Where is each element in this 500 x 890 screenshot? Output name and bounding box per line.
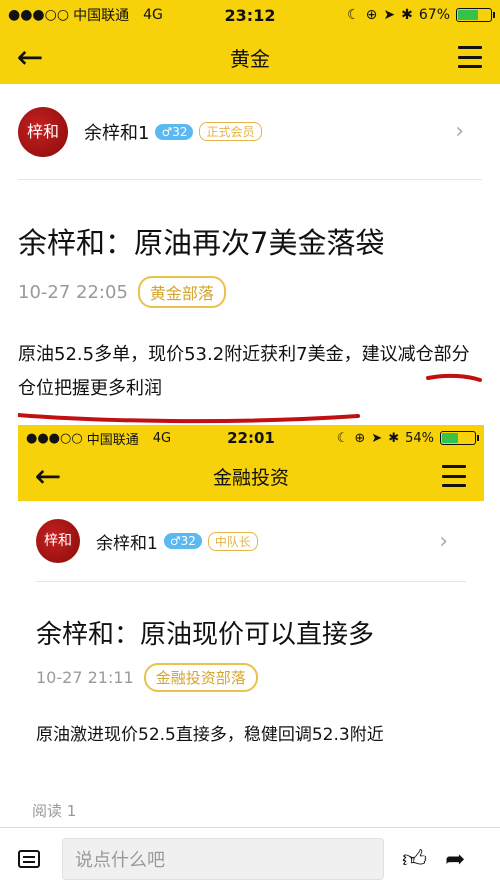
embedded-status-bar: ●●●○○ 中国联通 4G 22:01 ☾ ⊕ ➤ ✱ 54% bbox=[18, 425, 484, 451]
embedded-member-badge: 中队长 bbox=[207, 531, 258, 551]
embedded-article-datetime: 10-27 21:11 bbox=[36, 668, 134, 687]
arrow-left-icon: ← bbox=[16, 38, 44, 76]
thumbs-up-icon[interactable]: 👍︎ bbox=[402, 845, 427, 874]
moon-icon: ☾ bbox=[336, 430, 349, 446]
location-icon: ➤ bbox=[371, 430, 383, 446]
status-bar: ●●●○○ 中国联通 4G 23:12 ☾ ⊕ ➤ ✱ 67% bbox=[0, 0, 500, 30]
article-body-text: 原油52.5多单，现价53.2附近获利7美金，建议减仓部分仓位把握更多利润 bbox=[18, 344, 470, 399]
battery-percent: 67% bbox=[418, 7, 450, 23]
hamburger-icon bbox=[442, 465, 466, 487]
read-count: 阅读 1 bbox=[32, 802, 77, 820]
moon-icon: ☾ bbox=[347, 7, 360, 23]
signal-indicator: ●●●○○ bbox=[8, 7, 70, 23]
battery-icon bbox=[456, 8, 495, 22]
status-left: ●●●○○ 中国联通 4G bbox=[8, 5, 163, 25]
bluetooth-icon: ✱ bbox=[388, 430, 400, 446]
embedded-article-body: 原油激进现价52.5直接多，稳健回调52.3附近 bbox=[36, 725, 384, 745]
network-label: 4G bbox=[143, 7, 163, 23]
embedded-article-meta: 10-27 21:11 金融投资部落 bbox=[36, 663, 466, 692]
list-icon[interactable] bbox=[18, 850, 40, 868]
share-icon[interactable]: ➦ bbox=[445, 845, 465, 873]
author-name: 余梓和1 bbox=[84, 122, 150, 144]
embedded-status-left: ●●●○○ 中国联通 4G bbox=[26, 429, 171, 448]
embedded-back-button: ← bbox=[28, 456, 68, 496]
bluetooth-icon: ✱ bbox=[401, 7, 413, 23]
article-tag[interactable]: 黄金部落 bbox=[137, 276, 226, 308]
battery-fill bbox=[458, 10, 479, 20]
chevron-right-icon: › bbox=[455, 119, 464, 144]
gender-level-badge: ♂32 bbox=[155, 123, 194, 140]
arrow-left-icon: ← bbox=[34, 457, 62, 495]
embedded-signal-indicator: ●●●○○ bbox=[26, 430, 83, 446]
embedded-carrier-label: 中国联通 bbox=[86, 432, 139, 448]
hamburger-icon[interactable] bbox=[458, 46, 482, 68]
nav-bar: ← 黄金 bbox=[0, 30, 500, 84]
location-icon: ➤ bbox=[383, 7, 396, 23]
lock-rotation-icon: ⊕ bbox=[365, 7, 378, 23]
article-title: 余梓和：原油再次7美金落袋 bbox=[18, 226, 385, 260]
chevron-right-icon: › bbox=[439, 528, 448, 554]
back-button[interactable]: ← bbox=[10, 37, 50, 77]
embedded-gender-level-badge: ♂32 bbox=[163, 533, 202, 549]
embedded-avatar: 梓和 bbox=[36, 519, 80, 563]
lock-rotation-icon: ⊕ bbox=[354, 430, 366, 446]
author-row[interactable]: 梓和 余梓和1 ♂32 正式会员 › bbox=[18, 84, 482, 180]
embedded-article-title: 余梓和：原油现价可以直接多 bbox=[36, 620, 375, 650]
embedded-article-tag: 金融投资部落 bbox=[143, 663, 258, 692]
embedded-screenshot: ●●●○○ 中国联通 4G 22:01 ☾ ⊕ ➤ ✱ 54% ← 金融投资 梓… bbox=[18, 425, 484, 830]
member-badge: 正式会员 bbox=[199, 122, 262, 141]
article-datetime: 10-27 22:05 bbox=[18, 281, 128, 303]
nav-title: 黄金 bbox=[230, 46, 270, 71]
carrier-label: 中国联通 bbox=[73, 8, 130, 24]
embedded-battery-percent: 54% bbox=[405, 430, 434, 446]
embedded-author-row: 梓和 余梓和1 ♂32 中队长 › bbox=[36, 501, 466, 582]
embedded-author-name: 余梓和1 bbox=[96, 533, 158, 554]
embedded-nav-bar: ← 金融投资 bbox=[18, 451, 484, 501]
avatar[interactable]: 梓和 bbox=[18, 106, 68, 157]
battery-fill bbox=[442, 433, 459, 443]
embedded-nav-title: 金融投资 bbox=[212, 466, 289, 489]
article-body: 原油52.5多单，现价53.2附近获利7美金，建议减仓部分仓位把握更多利润 bbox=[18, 338, 482, 424]
comment-input[interactable]: 说点什么吧 bbox=[62, 838, 384, 880]
battery-icon bbox=[440, 431, 479, 445]
status-right: ☾ ⊕ ➤ ✱ 67% bbox=[347, 7, 495, 23]
embedded-network-label: 4G bbox=[152, 430, 172, 446]
article-meta: 10-27 22:05 黄金部落 bbox=[18, 276, 482, 308]
bottom-action-bar: 说点什么吧 👍︎ ➦ bbox=[0, 827, 500, 890]
embedded-status-right: ☾ ⊕ ➤ ✱ 54% bbox=[336, 430, 479, 446]
